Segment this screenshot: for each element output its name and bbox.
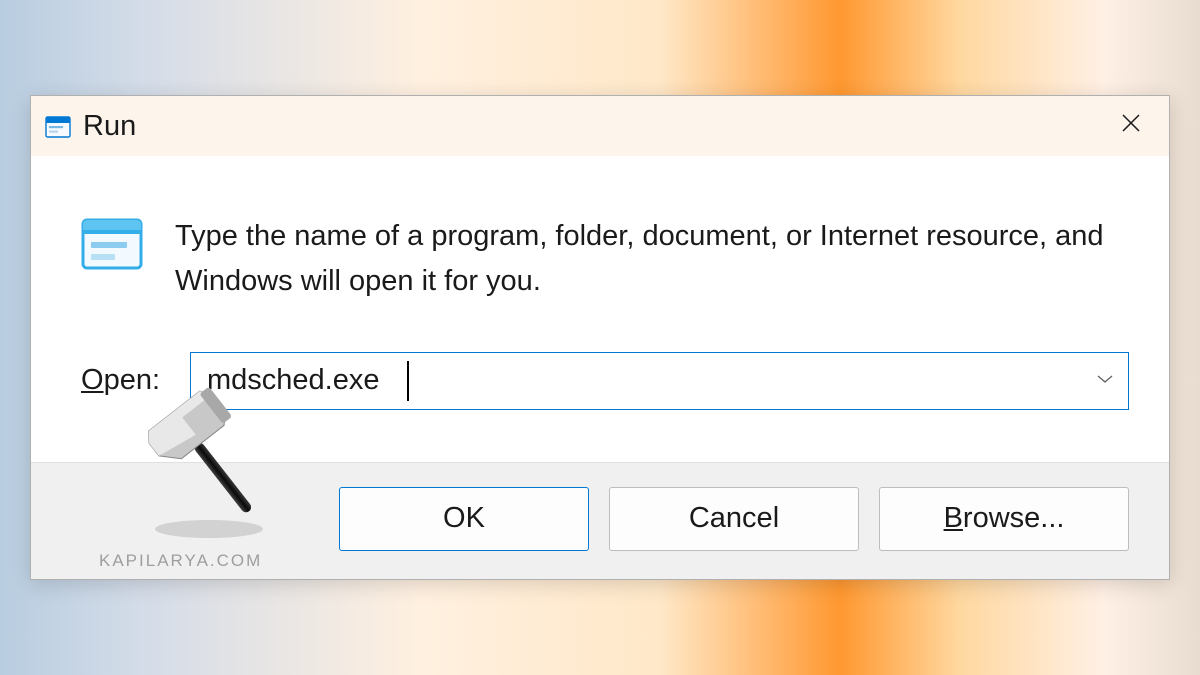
watermark-text: KAPILARYA.COM: [99, 551, 262, 571]
dialog-title: Run: [83, 110, 136, 143]
run-titlebar-icon: [45, 116, 71, 138]
close-icon: [1121, 113, 1141, 139]
browse-button[interactable]: Browse...: [879, 487, 1129, 551]
run-body-icon: [81, 218, 143, 270]
open-input[interactable]: [191, 353, 1128, 409]
dialog-footer: KAPILARYA.COM OK Cancel Browse...: [31, 462, 1169, 579]
dialog-body: Type the name of a program, folder, docu…: [31, 156, 1169, 344]
open-row: Open:: [31, 344, 1169, 462]
dialog-description: Type the name of a program, folder, docu…: [175, 214, 1129, 304]
open-combobox[interactable]: [190, 352, 1129, 410]
cancel-button[interactable]: Cancel: [609, 487, 859, 551]
run-dialog: Run Type the name of a program, folder, …: [30, 95, 1170, 580]
close-button[interactable]: [1111, 106, 1151, 146]
titlebar[interactable]: Run: [31, 96, 1169, 156]
ok-button[interactable]: OK: [339, 487, 589, 551]
text-cursor: [407, 361, 409, 401]
open-label: Open:: [81, 364, 160, 397]
